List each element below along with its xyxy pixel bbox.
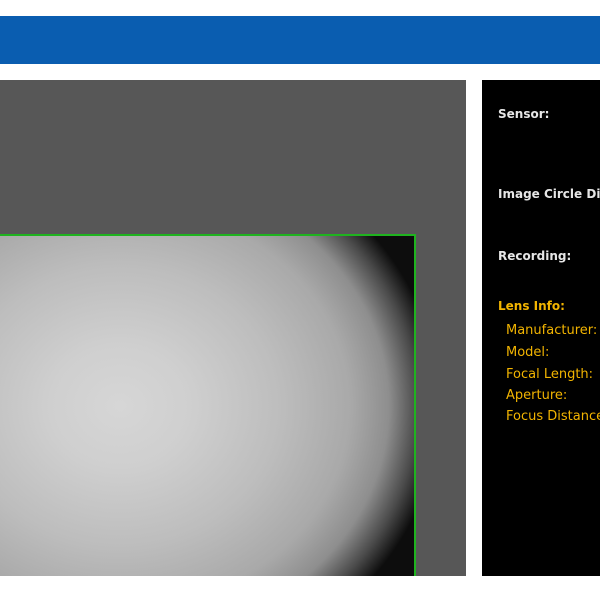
header-bar bbox=[0, 16, 600, 64]
sensor-label: Sensor: bbox=[498, 107, 550, 121]
page: Sensor: Image Circle Diameter: Recording… bbox=[0, 0, 600, 600]
image-circle-label: Image Circle Diameter: bbox=[498, 187, 600, 201]
lens-aperture-label: Aperture: bbox=[506, 388, 568, 403]
sensor-frame-overlay bbox=[0, 234, 416, 576]
info-panel: Sensor: Image Circle Diameter: Recording… bbox=[482, 80, 600, 576]
lens-info-heading: Lens Info: bbox=[498, 299, 565, 313]
lens-focus-distance-label: Focus Distance: bbox=[506, 409, 600, 424]
lens-model-label: Model: bbox=[506, 345, 550, 360]
image-viewer[interactable] bbox=[0, 80, 466, 576]
lens-focal-length-label: Focal Length: bbox=[506, 367, 594, 382]
lens-image-preview bbox=[0, 236, 414, 576]
recording-label: Recording: bbox=[498, 249, 572, 263]
lens-manufacturer-label: Manufacturer: bbox=[506, 323, 598, 338]
